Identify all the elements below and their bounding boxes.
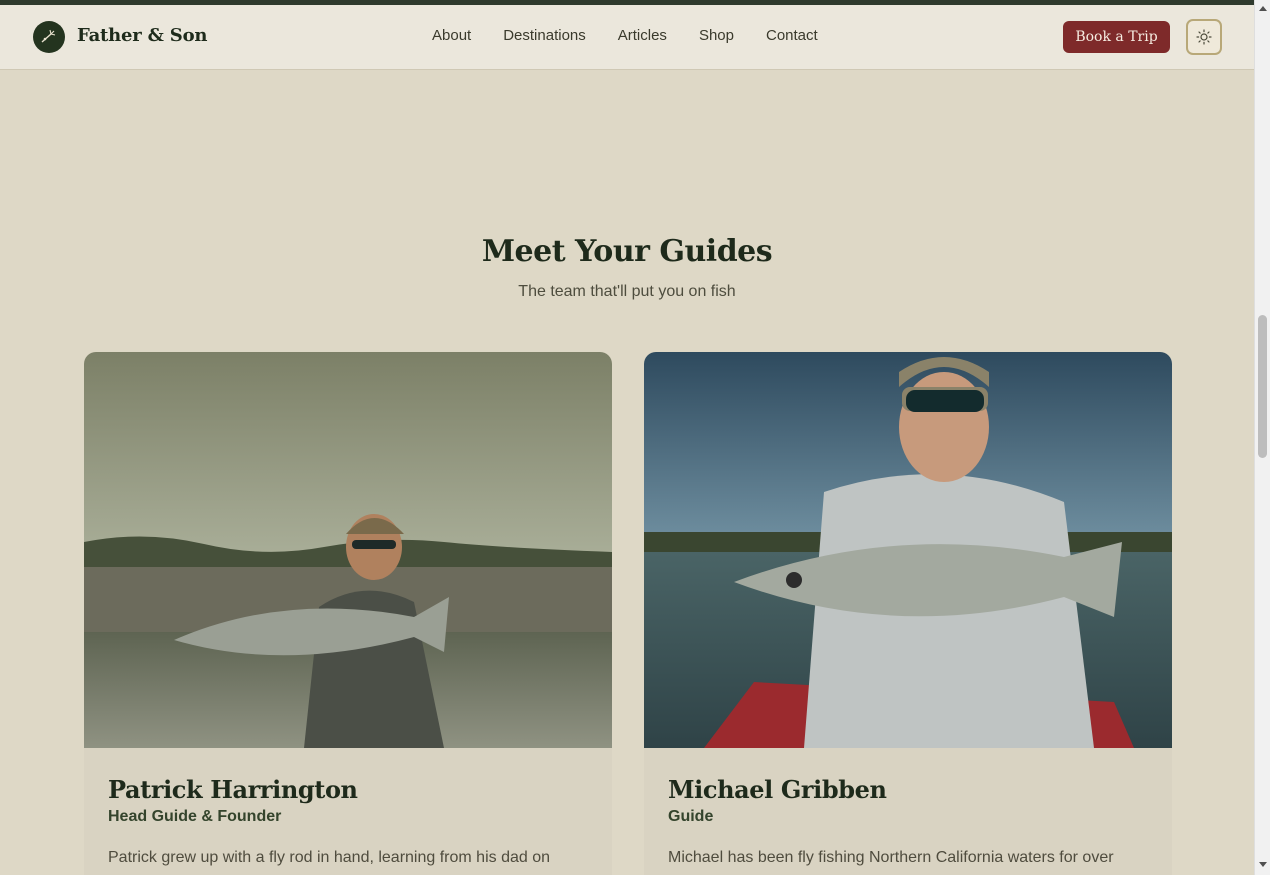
guide-bio: Patrick grew up with a fly rod in hand, … [108,849,551,866]
main-nav: About Destinations Articles Shop Contact [432,27,850,44]
nav-shop[interactable]: Shop [699,27,734,44]
guide-role: Guide [668,808,714,825]
guide-name: Patrick Harrington [108,775,358,804]
nav-about[interactable]: About [432,27,471,44]
guide-bio: Michael has been fly fishing Northern Ca… [668,849,1114,866]
guide-photo [84,352,612,748]
page-scrollbar[interactable] [1254,0,1270,875]
nav-articles[interactable]: Articles [618,27,667,44]
section-title: Meet Your Guides [481,234,773,269]
book-trip-button[interactable]: Book a Trip [1063,21,1170,53]
section-subtitle: The team that'll put you on fish [518,283,736,300]
nav-destinations[interactable]: Destinations [503,27,586,44]
guide-role: Head Guide & Founder [108,808,282,825]
scroll-thumb[interactable] [1258,315,1267,458]
guide-card: Michael Gribben Guide Michael has been f… [644,352,1172,875]
guide-card: Patrick Harrington Head Guide & Founder … [84,352,612,875]
scroll-down-icon[interactable] [1259,862,1267,867]
nav-contact[interactable]: Contact [766,27,818,44]
logo-icon[interactable] [33,21,65,53]
brand-name[interactable]: Father & Son [77,25,207,46]
scroll-up-icon[interactable] [1259,6,1267,11]
sun-icon [1196,29,1212,45]
guide-name: Michael Gribben [668,775,887,804]
site-header: Father & Son About Destinations Articles… [0,5,1254,70]
theme-toggle-button[interactable] [1186,19,1222,55]
guide-photo [644,352,1172,748]
